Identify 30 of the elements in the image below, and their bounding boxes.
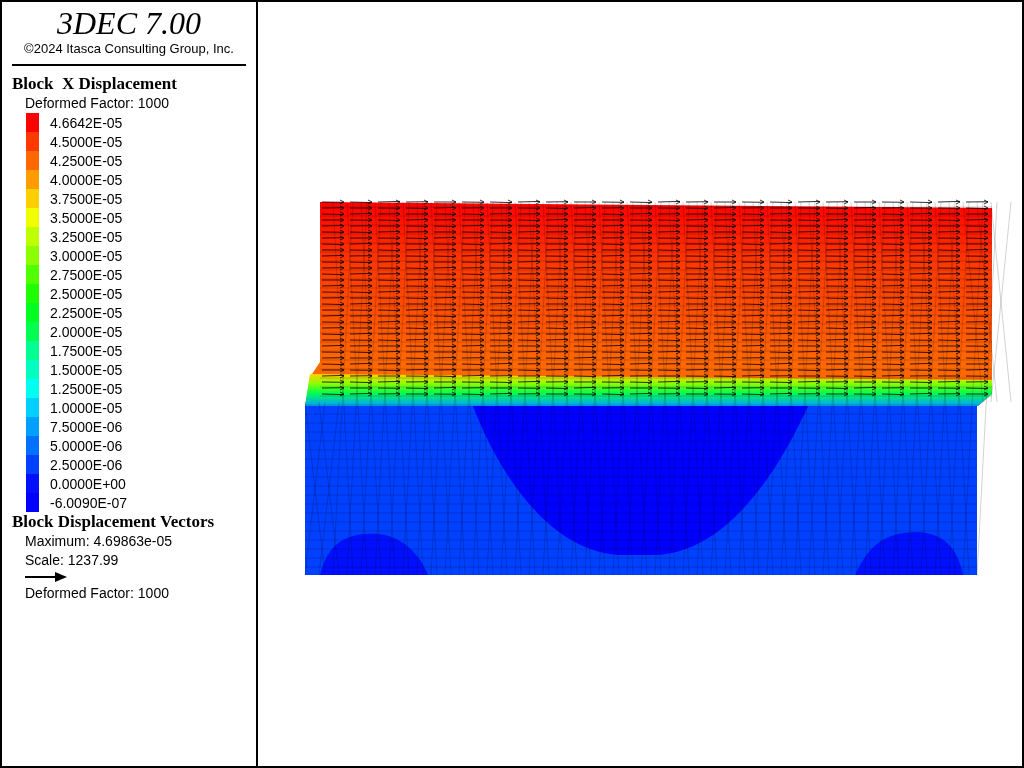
scale-arrow-icon [25,572,67,582]
deformed-factor-text: Deformed Factor: 1000 [24,584,170,603]
legend-value: 7.5000E-06 [50,418,123,435]
legend-value: 1.7500E-05 [50,342,123,359]
legend-value: 2.0000E-05 [50,323,123,340]
legend-value: 4.5000E-05 [50,133,123,150]
legend-value: 4.2500E-05 [50,152,123,169]
vectors-title: Block Displacement Vectors [12,512,216,532]
legend-value: 2.5000E-06 [50,456,123,473]
legend-value: 2.7500E-05 [50,266,123,283]
app-title: 3DEC 7.00 [56,6,202,40]
legend-value: -6.0090E-07 [50,494,128,511]
copyright-text: ©2024 Itasca Consulting Group, Inc. [23,40,235,58]
legend-value: 1.5000E-05 [50,361,123,378]
legend-value: 2.5000E-05 [50,285,123,302]
legend-value: 0.0000E+00 [50,475,126,492]
contour-title: Block X Displacement [12,74,178,94]
legend-value: 1.0000E-05 [50,399,123,416]
legend-value: 2.2500E-05 [50,304,123,321]
legend-value: 4.0000E-05 [50,171,123,188]
deformed-factor-text: Deformed Factor: 1000 [24,94,170,113]
scale-text: Scale: 1237.99 [24,551,120,570]
legend-value: 5.0000E-06 [50,437,123,454]
maximum-text: Maximum: 4.69863e-05 [24,532,174,551]
legend-value: 1.2500E-05 [50,380,123,397]
legend-value: 4.6642E-05 [50,114,123,131]
legend-value: 3.2500E-05 [50,228,123,245]
legend-value: 3.5000E-05 [50,209,123,226]
legend-value: 3.0000E-05 [50,247,123,264]
legend-value: 3.7500E-05 [50,190,123,207]
